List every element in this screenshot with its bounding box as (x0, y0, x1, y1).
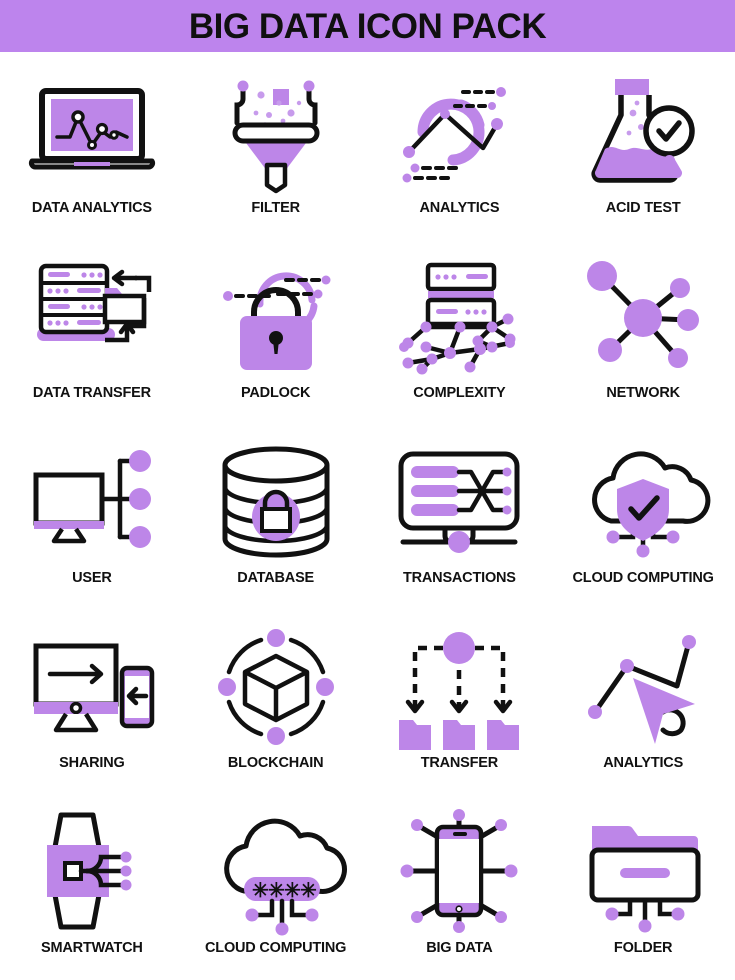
icon-label: COMPLEXITY (413, 385, 506, 401)
icon-pack-page: BIG DATA ICON PACK DATA ANALYTICS FILTER… (0, 0, 735, 980)
cursor-line-graph-icon (568, 621, 718, 753)
icon-cell-analytics-donut[interactable]: ANALYTICS (368, 60, 552, 245)
icon-label: DATA TRANSFER (32, 385, 151, 401)
icon-cell-complexity[interactable]: COMPLEXITY (368, 245, 552, 430)
icon-label: ANALYTICS (603, 755, 684, 771)
svg-text:✳: ✳ (252, 880, 269, 902)
icon-label: CLOUD COMPUTING (205, 940, 347, 956)
icon-cell-network[interactable]: NETWORK (551, 245, 735, 430)
icon-cell-transactions[interactable]: TRANSACTIONS (368, 430, 552, 615)
icon-cell-blockchain[interactable]: BLOCKCHAIN (184, 615, 368, 800)
icon-label: ACID TEST (605, 200, 681, 216)
icon-label: USER (72, 570, 112, 586)
page-banner: BIG DATA ICON PACK (0, 0, 735, 52)
smartwatch-icon (17, 806, 167, 938)
icon-label: DATABASE (237, 570, 315, 586)
icon-label: SMARTWATCH (41, 940, 143, 956)
icon-cell-filter[interactable]: FILTER (184, 60, 368, 245)
folder-nodes-icon (568, 806, 718, 938)
icon-cell-smartwatch[interactable]: SMARTWATCH (0, 800, 184, 980)
icon-cell-analytics-cursor[interactable]: ANALYTICS (551, 615, 735, 800)
laptop-line-chart-icon (17, 66, 167, 198)
padlock-icon (201, 251, 351, 383)
cloud-password-icon: ✳ ✳ ✳ ✳ (201, 806, 351, 938)
icon-cell-data-analytics[interactable]: DATA ANALYTICS (0, 60, 184, 245)
hub-network-icon (568, 251, 718, 383)
monitor-phone-arrows-icon (17, 621, 167, 753)
donut-chart-line-icon (384, 66, 534, 198)
svg-text:✳: ✳ (300, 880, 317, 902)
phone-nodes-icon (384, 806, 534, 938)
icon-label: FILTER (251, 200, 300, 216)
icon-label: PADLOCK (241, 385, 311, 401)
icon-grid: DATA ANALYTICS FILTER ANALYTICS ACID TES… (0, 52, 735, 980)
icon-label: BLOCKCHAIN (227, 755, 324, 771)
icon-label: ANALYTICS (419, 200, 500, 216)
icon-cell-padlock[interactable]: PADLOCK (184, 245, 368, 430)
icon-label: NETWORK (606, 385, 680, 401)
icon-cell-database[interactable]: DATABASE (184, 430, 368, 615)
icon-label: TRANSACTIONS (402, 570, 516, 586)
svg-text:✳: ✳ (284, 880, 301, 902)
icon-cell-transfer[interactable]: TRANSFER (368, 615, 552, 800)
cube-orbit-icon (201, 621, 351, 753)
icon-label: TRANSFER (420, 755, 499, 771)
server-node-web-icon (384, 251, 534, 383)
icon-label: BIG DATA (426, 940, 493, 956)
icon-cell-user[interactable]: USER (0, 430, 184, 615)
cloud-shield-check-icon (568, 436, 718, 568)
server-folder-arrows-icon (17, 251, 167, 383)
icon-cell-folder[interactable]: FOLDER (551, 800, 735, 980)
icon-cell-acid-test[interactable]: ACID TEST (551, 60, 735, 245)
icon-label: DATA ANALYTICS (31, 200, 152, 216)
monitor-nodes-icon (17, 436, 167, 568)
icon-cell-sharing[interactable]: SHARING (0, 615, 184, 800)
icon-cell-cloud-computing-password[interactable]: ✳ ✳ ✳ ✳ CLOUD COMPUTING (184, 800, 368, 980)
icon-cell-cloud-computing-shield[interactable]: CLOUD COMPUTING (551, 430, 735, 615)
dashed-arrows-folders-icon (384, 621, 534, 753)
svg-text:✳: ✳ (268, 880, 285, 902)
funnel-filter-icon (201, 66, 351, 198)
icon-cell-big-data[interactable]: BIG DATA (368, 800, 552, 980)
icon-label: FOLDER (613, 940, 673, 956)
database-lock-icon (201, 436, 351, 568)
crossing-lines-panel-icon (384, 436, 534, 568)
icon-label: CLOUD COMPUTING (572, 570, 714, 586)
page-title: BIG DATA ICON PACK (188, 6, 547, 46)
flask-magnifier-check-icon (568, 66, 718, 198)
icon-label: SHARING (59, 755, 125, 771)
icon-cell-data-transfer[interactable]: DATA TRANSFER (0, 245, 184, 430)
